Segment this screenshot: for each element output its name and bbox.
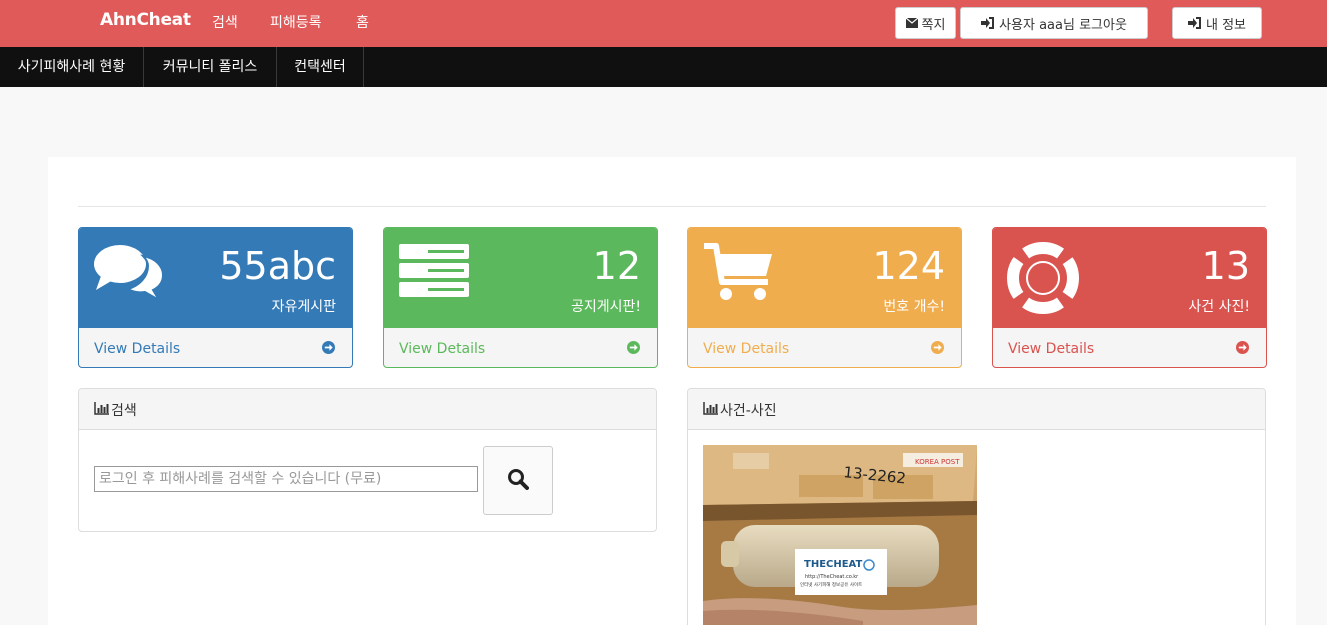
search-button[interactable] bbox=[483, 446, 553, 515]
server-icon bbox=[398, 242, 470, 306]
stat-panel-heading: 12 공지게시판! bbox=[384, 228, 657, 327]
stat-panel-free-board: 55abc 자유게시판 View Details bbox=[78, 227, 353, 368]
brand-logo[interactable]: AhnCheat bbox=[100, 10, 191, 30]
nav-home[interactable]: 홈 bbox=[356, 12, 369, 32]
life-ring-icon bbox=[1006, 241, 1080, 318]
stat-value: 55abc bbox=[219, 244, 336, 288]
view-details-label: View Details bbox=[703, 341, 790, 357]
secondary-navbar: 사기피해사례 현황 커뮤니티 폴리스 컨택센터 bbox=[0, 47, 1327, 87]
view-details-link[interactable]: View Details bbox=[993, 327, 1266, 367]
stat-panel-case-photos: 13 사건 사진! View Details bbox=[992, 227, 1267, 368]
photo-label-url: http://TheCheat.co.kr bbox=[805, 574, 859, 580]
photo-label-caption: 인터넷 사기피해 정보공유 사이트 bbox=[800, 581, 862, 588]
envelope-icon bbox=[905, 18, 918, 28]
view-details-label: View Details bbox=[1008, 341, 1095, 357]
logout-label: 사용자 aaa님 로그아웃 bbox=[999, 17, 1127, 33]
view-details-label: View Details bbox=[94, 341, 181, 357]
my-info-label: 내 정보 bbox=[1205, 17, 1246, 33]
header-divider bbox=[78, 206, 1266, 207]
view-details-link[interactable]: View Details bbox=[79, 327, 352, 367]
sign-in-icon bbox=[1187, 17, 1202, 29]
stat-label: 공지게시판! bbox=[570, 299, 641, 315]
stat-label: 자유게시판 bbox=[271, 299, 336, 315]
stat-value: 13 bbox=[1201, 244, 1250, 288]
stat-panel-heading: 124 번호 개수! bbox=[688, 228, 961, 327]
arrow-circle-right-icon bbox=[322, 339, 335, 358]
messages-label: 쪽지 bbox=[921, 17, 946, 33]
bar-chart-icon bbox=[94, 401, 109, 419]
search-icon bbox=[507, 468, 529, 494]
comments-icon bbox=[93, 242, 165, 306]
search-panel: 검색 bbox=[78, 388, 657, 532]
subnav-community-police[interactable]: 커뮤니티 폴리스 bbox=[144, 47, 277, 87]
arrow-circle-right-icon bbox=[1236, 339, 1249, 358]
search-input[interactable] bbox=[94, 466, 478, 492]
stat-panel-heading: 13 사건 사진! bbox=[993, 228, 1266, 327]
arrow-circle-right-icon bbox=[931, 339, 944, 358]
stat-panel-number-count: 124 번호 개수! View Details bbox=[687, 227, 962, 368]
stat-value: 124 bbox=[872, 244, 945, 288]
stat-value: 12 bbox=[592, 244, 641, 288]
arrow-circle-right-icon bbox=[627, 339, 640, 358]
logout-button[interactable]: 사용자 aaa님 로그아웃 bbox=[960, 7, 1148, 39]
case-photo[interactable]: KOREA POST 13-2262 THECHEAT http://TheCh… bbox=[703, 445, 977, 625]
search-panel-title: 검색 bbox=[111, 403, 137, 419]
case-photo-panel-title: 사건-사진 bbox=[720, 403, 777, 419]
photo-courier-text: KOREA POST bbox=[915, 458, 960, 466]
stat-label: 사건 사진! bbox=[1188, 299, 1250, 315]
case-photo-panel-heading: 사건-사진 bbox=[688, 389, 1265, 430]
search-panel-heading: 검색 bbox=[79, 389, 656, 430]
subnav-fraud-cases[interactable]: 사기피해사례 현황 bbox=[0, 47, 144, 87]
my-info-button[interactable]: 내 정보 bbox=[1172, 7, 1262, 39]
sign-in-icon bbox=[981, 17, 995, 29]
bar-chart-icon bbox=[703, 401, 718, 419]
top-navbar: AhnCheat 검색 피해등록 홈 쪽지 사용자 aaa님 로그아웃 내 정보 bbox=[0, 0, 1327, 47]
shopping-cart-icon bbox=[702, 242, 774, 308]
messages-button[interactable]: 쪽지 bbox=[895, 7, 956, 39]
nav-search[interactable]: 검색 bbox=[212, 12, 238, 32]
stat-panel-notice-board: 12 공지게시판! View Details bbox=[383, 227, 658, 368]
stat-panel-heading: 55abc 자유게시판 bbox=[79, 228, 352, 327]
subnav-contact-center[interactable]: 컨택센터 bbox=[277, 47, 364, 87]
nav-damage-register[interactable]: 피해등록 bbox=[270, 12, 322, 32]
stat-label: 번호 개수! bbox=[883, 299, 945, 315]
photo-label-brand: THECHEAT bbox=[804, 559, 863, 570]
view-details-label: View Details bbox=[399, 341, 486, 357]
view-details-link[interactable]: View Details bbox=[384, 327, 657, 367]
view-details-link[interactable]: View Details bbox=[688, 327, 961, 367]
